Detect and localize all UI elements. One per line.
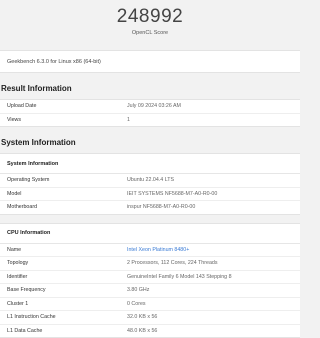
table-row: Base Frequency 3.80 GHz [0, 284, 300, 298]
score-value: 248992 [0, 6, 300, 28]
section-gap [0, 215, 300, 223]
cpu-name-link[interactable]: Intel Xeon Platinum 8480+ [127, 247, 189, 253]
row-value: 32.0 KB x 56 [127, 314, 157, 320]
row-key: Model [0, 191, 127, 197]
table-row: Topology 2 Processors, 112 Cores, 224 Th… [0, 257, 300, 271]
version-text: Geekbench 6.3.0 for Linux x86 (64-bit) [7, 59, 101, 65]
row-key: Topology [0, 260, 127, 266]
table-row: Name Intel Xeon Platinum 8480+ [0, 244, 300, 258]
row-key: Cluster 1 [0, 301, 127, 307]
row-value: inspur NF5688-M7-A0-R0-00 [127, 204, 195, 210]
version-card: Geekbench 6.3.0 for Linux x86 (64-bit) [0, 50, 300, 73]
row-key: Views [0, 117, 127, 123]
score-label: OpenCL Score [0, 30, 300, 36]
row-value: 3.80 GHz [127, 287, 149, 293]
cpu-information-card: CPU Information Name Intel Xeon Platinum… [0, 223, 300, 338]
table-row: Identifier GenuineIntel Family 6 Model 1… [0, 271, 300, 285]
score-block: 248992 OpenCL Score [0, 0, 300, 36]
row-value: July 09 2024 03:26 AM [127, 103, 181, 109]
row-value: 1 [127, 117, 130, 123]
row-key: Motherboard [0, 204, 127, 210]
system-card-header: System Information [0, 154, 300, 174]
table-row: Upload Date July 09 2024 03:26 AM [0, 100, 300, 114]
table-row: Views 1 [0, 114, 300, 127]
table-row: L1 Data Cache 48.0 KB x 56 [0, 325, 300, 338]
system-information-card: System Information Operating System Ubun… [0, 153, 300, 215]
row-value: GenuineIntel Family 6 Model 143 Stepping… [127, 274, 232, 280]
table-row: Motherboard inspur NF5688-M7-A0-R0-00 [0, 201, 300, 214]
system-information-title: System Information [0, 138, 300, 147]
row-value: Ubuntu 22.04.4 LTS [127, 177, 174, 183]
result-information-title: Result Information [0, 84, 300, 93]
row-value: 48.0 KB x 56 [127, 328, 157, 334]
row-value: IEIT SYSTEMS NF5688-M7-A0-R0-00 [127, 191, 217, 197]
row-key: L1 Instruction Cache [0, 314, 127, 320]
table-row: Model IEIT SYSTEMS NF5688-M7-A0-R0-00 [0, 188, 300, 202]
result-information-card: Upload Date July 09 2024 03:26 AM Views … [0, 99, 300, 127]
row-key: Operating System [0, 177, 127, 183]
row-value: 2 Processors, 112 Cores, 224 Threads [127, 260, 218, 266]
table-row: Operating System Ubuntu 22.04.4 LTS [0, 174, 300, 188]
table-row: L1 Instruction Cache 32.0 KB x 56 [0, 311, 300, 325]
row-key: Upload Date [0, 103, 127, 109]
cpu-card-header: CPU Information [0, 224, 300, 244]
row-key: L1 Data Cache [0, 328, 127, 334]
row-key: Base Frequency [0, 287, 127, 293]
row-key: Name [0, 247, 127, 253]
row-value: 0 Cores [127, 301, 146, 307]
row-key: Identifier [0, 274, 127, 280]
